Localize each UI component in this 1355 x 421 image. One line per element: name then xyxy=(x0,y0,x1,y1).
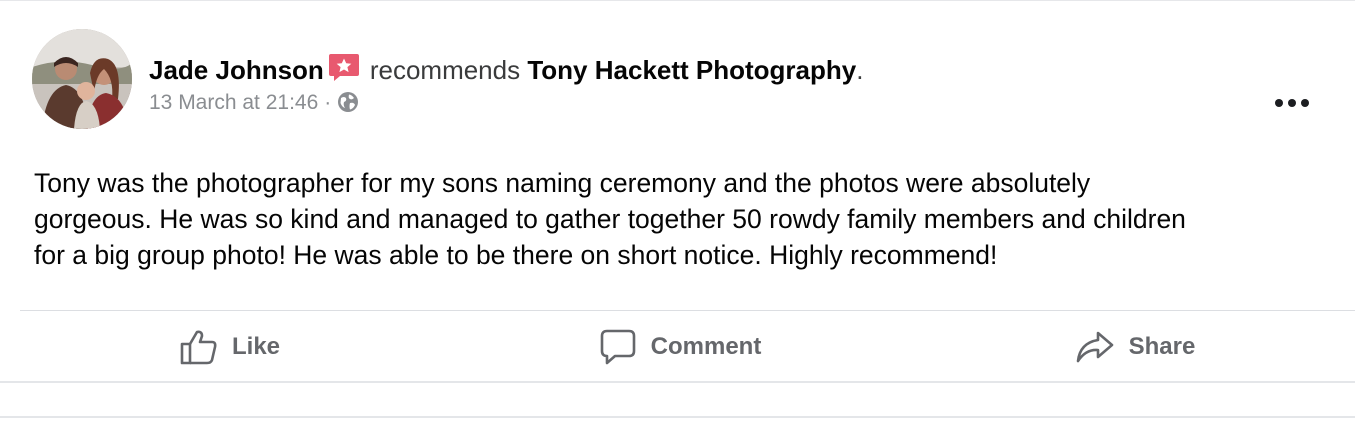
post-card: Jade Johnson recommends Tony Hackett Phot… xyxy=(0,0,1355,421)
share-label: Share xyxy=(1128,333,1196,360)
post-title-line: Jade Johnson recommends Tony Hackett Phot… xyxy=(149,52,863,89)
like-button[interactable]: Like xyxy=(150,313,310,381)
thumbs-up-icon xyxy=(180,330,217,365)
page-name-link[interactable]: Tony Hackett Photography xyxy=(527,55,856,85)
share-arrow-icon xyxy=(1076,331,1113,363)
actions-divider xyxy=(20,310,1355,311)
globe-icon[interactable] xyxy=(337,91,359,120)
ellipsis-icon xyxy=(1275,99,1309,107)
like-label: Like xyxy=(231,333,281,360)
post-meta: 13 March at 21:46 · xyxy=(149,90,359,120)
share-button[interactable]: Share xyxy=(1055,313,1215,381)
post-actions-bar: Like Comment Share xyxy=(0,313,1355,381)
title-period: . xyxy=(856,55,864,85)
post-header: Jade Johnson recommends Tony Hackett Phot… xyxy=(32,29,1332,133)
recommends-text: recommends xyxy=(369,55,521,85)
meta-separator: · xyxy=(324,91,332,114)
comment-label: Comment xyxy=(650,333,762,360)
post-body: Tony was the photographer for my sons na… xyxy=(34,168,1186,270)
more-options-button[interactable] xyxy=(1272,91,1312,115)
post-timestamp[interactable]: 13 March at 21:46 xyxy=(149,91,318,114)
card-bottom-divider xyxy=(0,416,1355,418)
author-name[interactable]: Jade Johnson xyxy=(149,55,324,85)
star-badge-icon xyxy=(328,52,360,89)
avatar[interactable] xyxy=(32,29,132,129)
comment-bubble-icon xyxy=(600,329,635,365)
comment-button[interactable]: Comment xyxy=(580,313,780,381)
